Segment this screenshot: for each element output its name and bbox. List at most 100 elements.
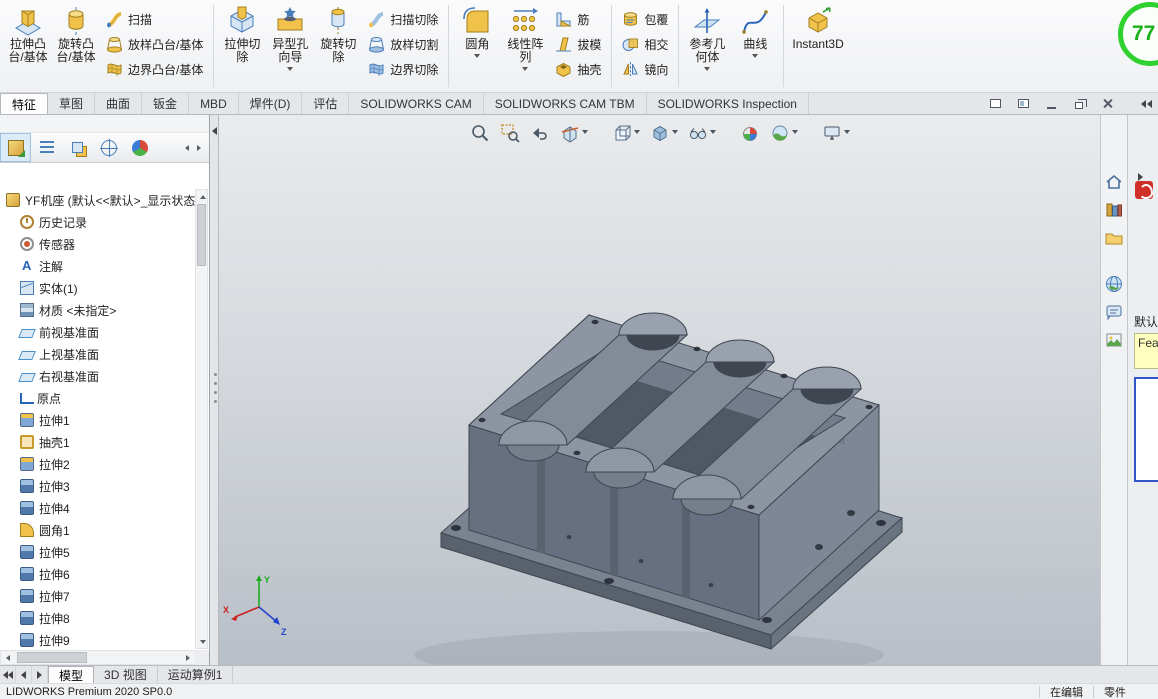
model-3d[interactable]: Y X Z: [219, 115, 1100, 665]
tree-item[interactable]: 上视基准面: [0, 343, 195, 365]
tab-configuration-manager[interactable]: [62, 133, 93, 162]
scroll-down-button[interactable]: [196, 635, 210, 648]
command-tab[interactable]: 曲面: [95, 93, 143, 114]
document-tab[interactable]: 模型: [48, 666, 95, 683]
command-tab[interactable]: 焊件(D): [239, 93, 303, 114]
tab-dimxpert-manager[interactable]: [93, 133, 124, 162]
command-tab[interactable]: 钣金: [142, 93, 190, 114]
tree-item[interactable]: 拉伸9: [0, 629, 195, 649]
boundary-boss-button[interactable]: 边界凸台/基体: [101, 57, 208, 82]
tree-item[interactable]: 拉伸8: [0, 607, 195, 629]
scrollbar-thumb[interactable]: [17, 652, 87, 663]
command-tab[interactable]: 评估: [302, 93, 350, 114]
window-dock-button[interactable]: [1011, 95, 1035, 113]
previous-view-button[interactable]: [527, 121, 553, 145]
hide-show-items-button[interactable]: [685, 121, 719, 145]
collapse-task-pane-button[interactable]: [1127, 93, 1158, 114]
tree-item[interactable]: 拉伸2: [0, 453, 195, 475]
tab-featuremanager-tree[interactable]: [0, 133, 31, 162]
tab-scroll-first-button[interactable]: [0, 666, 16, 683]
minimize-button[interactable]: [1039, 95, 1063, 113]
tree-item[interactable]: 历史记录: [0, 211, 195, 233]
tab-scroll-left-button[interactable]: [16, 666, 32, 683]
instant3d-button[interactable]: Instant3D: [789, 2, 846, 90]
boundary-cut-button[interactable]: 边界切除: [363, 57, 443, 82]
tree-item[interactable]: 实体(1): [0, 277, 195, 299]
forum-button[interactable]: [1103, 301, 1125, 323]
tree-item[interactable]: 原点: [0, 387, 195, 409]
tree-item[interactable]: 拉伸3: [0, 475, 195, 497]
file-explorer-button[interactable]: [1103, 227, 1125, 249]
scroll-left-icon[interactable]: [185, 144, 189, 151]
revolve-boss-button[interactable]: 旋转凸 台/基体: [53, 2, 99, 90]
fillet-button[interactable]: 圆角: [454, 2, 500, 90]
mirror-button[interactable]: 镜向: [617, 57, 673, 82]
rib-button[interactable]: 筋: [550, 7, 606, 32]
view-palette-button[interactable]: [1103, 273, 1125, 295]
extrude-cut-button[interactable]: 拉伸切 除: [219, 2, 265, 90]
lofted-cut-button[interactable]: 放样切割: [363, 32, 443, 57]
command-tab[interactable]: MBD: [189, 93, 239, 114]
document-tab[interactable]: 3D 视图: [94, 666, 158, 683]
scroll-right-button[interactable]: [181, 651, 195, 664]
home-button[interactable]: [1103, 171, 1125, 193]
panel-splitter[interactable]: [211, 115, 219, 665]
scrollbar-thumb[interactable]: [197, 204, 206, 266]
command-tab[interactable]: 草图: [48, 93, 96, 114]
loft-button[interactable]: 放样凸台/基体: [101, 32, 208, 57]
command-tab[interactable]: SOLIDWORKS Inspection: [647, 93, 809, 114]
scroll-right-icon[interactable]: [197, 144, 201, 151]
close-button[interactable]: [1095, 95, 1119, 113]
document-tab[interactable]: 运动算例1: [158, 666, 234, 683]
tree-item[interactable]: 材质 <未指定>: [0, 299, 195, 321]
tree-item[interactable]: 拉伸5: [0, 541, 195, 563]
tree-item[interactable]: 拉伸6: [0, 563, 195, 585]
design-library-button[interactable]: [1103, 199, 1125, 221]
draft-button[interactable]: 拔模: [550, 32, 606, 57]
tree-item[interactable]: 抽壳1: [0, 431, 195, 453]
appearances-button[interactable]: [1103, 329, 1125, 351]
apply-scene-button[interactable]: [767, 121, 801, 145]
shell-button[interactable]: 抽壳: [550, 57, 606, 82]
expand-arrow-icon[interactable]: [1138, 173, 1143, 181]
tab-scroll-right-button[interactable]: [32, 666, 48, 683]
solidworks-resources-icon[interactable]: [1135, 181, 1153, 199]
edit-appearance-button[interactable]: [737, 121, 763, 145]
display-style-button[interactable]: [647, 121, 681, 145]
scroll-up-button[interactable]: [196, 190, 210, 203]
tree-item[interactable]: 拉伸4: [0, 497, 195, 519]
tree-item[interactable]: 传感器: [0, 233, 195, 255]
revolve-cut-button[interactable]: 旋转切 除: [315, 2, 361, 90]
reference-geometry-button[interactable]: 参考几 何体: [684, 2, 730, 90]
tree-item[interactable]: 右视基准面: [0, 365, 195, 387]
scroll-left-button[interactable]: [1, 651, 15, 664]
task-pane-thumbnail[interactable]: [1134, 377, 1158, 482]
collapse-panel-icon[interactable]: [212, 127, 217, 135]
extrude-boss-button[interactable]: 拉伸凸 台/基体: [5, 2, 51, 90]
view-settings-button[interactable]: [819, 121, 853, 145]
hole-wizard-button[interactable]: 异型孔 向导: [267, 2, 313, 90]
curve-button[interactable]: 曲线: [732, 2, 778, 90]
zoom-to-area-button[interactable]: [497, 121, 523, 145]
tree-item[interactable]: 拉伸1: [0, 409, 195, 431]
view-orientation-button[interactable]: [609, 121, 643, 145]
command-tab[interactable]: SOLIDWORKS CAM: [349, 93, 484, 114]
tree-item[interactable]: 注解: [0, 255, 195, 277]
tree-item[interactable]: 前视基准面: [0, 321, 195, 343]
window-float-button[interactable]: [983, 95, 1007, 113]
command-tab[interactable]: 特征: [0, 93, 49, 114]
restore-button[interactable]: [1067, 95, 1091, 113]
fea-note[interactable]: Fea: [1134, 333, 1158, 369]
command-tab[interactable]: SOLIDWORKS CAM TBM: [484, 93, 647, 114]
tree-item[interactable]: YF机座 (默认<<默认>_显示状态: [0, 189, 195, 211]
splitter-grip[interactable]: [213, 373, 217, 376]
linear-pattern-button[interactable]: 线性阵 列: [502, 2, 548, 90]
intersect-button[interactable]: 相交: [617, 32, 673, 57]
tree-horizontal-scrollbar[interactable]: [0, 650, 196, 665]
section-view-button[interactable]: [557, 121, 591, 145]
tree-item[interactable]: 圆角1: [0, 519, 195, 541]
graphics-viewport[interactable]: Y X Z: [219, 115, 1100, 665]
tree-item[interactable]: 拉伸7: [0, 585, 195, 607]
tree-vertical-scrollbar[interactable]: [195, 189, 208, 649]
swept-cut-button[interactable]: 扫描切除: [363, 7, 443, 32]
